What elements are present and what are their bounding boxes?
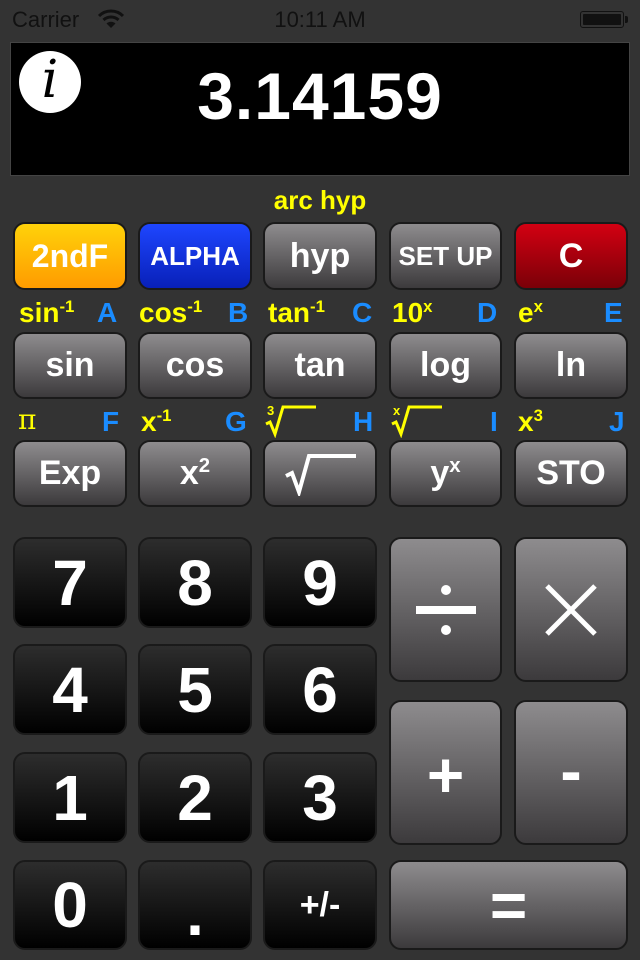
digit-5-button[interactable]: 5 — [138, 644, 252, 735]
secondary-label-reciprocal: x-1 — [141, 405, 172, 437]
alpha-label-i: I — [490, 406, 498, 437]
alpha-button[interactable]: ALPHA — [138, 222, 252, 290]
secondary-label-xth-root: x — [390, 404, 444, 443]
alpha-label-b: B — [228, 297, 249, 328]
decimal-point-button[interactable]: . — [138, 860, 252, 950]
key-label: SET UP — [398, 240, 493, 271]
key-label: 2ndF — [31, 237, 109, 274]
multiply-button[interactable] — [514, 537, 628, 682]
key-label: log — [420, 346, 471, 384]
secondary-label-cube-root: 3 — [264, 404, 318, 443]
key-label: Exp — [38, 454, 102, 492]
display-value: 3.14159 — [197, 59, 443, 133]
square-button[interactable]: x2 — [138, 440, 252, 507]
key-label: 3 — [302, 761, 338, 834]
clock: 10:11 AM — [274, 7, 366, 32]
ln-button[interactable]: ln — [514, 332, 628, 399]
key-label: C — [558, 236, 584, 275]
cos-button[interactable]: cos — [138, 332, 252, 399]
alpha-label-d: D — [477, 297, 498, 328]
key-label: 7 — [52, 546, 88, 619]
multiply-icon — [545, 583, 597, 636]
key-label: 6 — [302, 653, 338, 726]
divide-icon — [415, 584, 476, 635]
mode-indicator: arc hyp — [273, 185, 367, 215]
key-label: + — [426, 739, 465, 811]
alpha-label-f: F — [102, 406, 120, 437]
key-label: ALPHA — [150, 240, 240, 271]
alpha-label-g: G — [225, 406, 247, 437]
minus-button[interactable]: - — [514, 700, 628, 845]
divide-button[interactable] — [389, 537, 502, 682]
alpha-label-j: J — [609, 406, 625, 437]
alpha-label-h: H — [353, 406, 374, 437]
key-label: . — [186, 877, 204, 949]
digit-9-button[interactable]: 9 — [263, 537, 377, 628]
digit-4-button[interactable]: 4 — [13, 644, 127, 735]
log-button[interactable]: log — [389, 332, 502, 399]
secondary-label-pi: π — [18, 403, 37, 436]
key-label: - — [560, 735, 582, 807]
secondary-label-exp: ex — [518, 296, 543, 328]
key-label: tan — [294, 346, 346, 384]
key-label: 5 — [177, 653, 213, 726]
tan-button[interactable]: tan — [263, 332, 377, 399]
sign-toggle-button[interactable]: +/- — [263, 860, 377, 950]
second-function-button[interactable]: 2ndF — [13, 222, 127, 290]
alpha-label-a: A — [97, 297, 118, 328]
key-label: 9 — [302, 546, 338, 619]
key-label: x2 — [179, 454, 211, 492]
clear-button[interactable]: C — [514, 222, 628, 290]
key-label: 4 — [52, 653, 88, 726]
key-label: = — [489, 869, 528, 941]
digit-7-button[interactable]: 7 — [13, 537, 127, 628]
battery-icon — [580, 11, 624, 28]
key-label: sin — [45, 346, 95, 384]
key-label: ln — [555, 346, 587, 384]
key-label: 0 — [52, 869, 88, 941]
square-root-icon — [285, 453, 356, 496]
digit-8-button[interactable]: 8 — [138, 537, 252, 628]
plus-button[interactable]: + — [389, 700, 502, 845]
digit-3-button[interactable]: 3 — [263, 752, 377, 843]
equals-button[interactable]: = — [389, 860, 628, 950]
key-label: STO — [536, 454, 606, 492]
key-label: cos — [165, 346, 225, 384]
setup-button[interactable]: SET UP — [389, 222, 502, 290]
key-label: +/- — [299, 885, 341, 924]
secondary-label-asin: sin-1 — [19, 296, 75, 328]
sin-button[interactable]: sin — [13, 332, 127, 399]
secondary-label-atan: tan-1 — [268, 296, 325, 328]
digit-1-button[interactable]: 1 — [13, 752, 127, 843]
key-label: 2 — [177, 761, 213, 834]
power-button[interactable]: yx — [389, 440, 502, 507]
store-button[interactable]: STO — [514, 440, 628, 507]
key-label: hyp — [289, 236, 351, 275]
alpha-label-c: C — [352, 297, 373, 328]
battery-tip — [625, 16, 628, 23]
secondary-label-cube: x3 — [518, 405, 543, 437]
secondary-label-ten-power: 10x — [392, 296, 433, 328]
key-label: 1 — [52, 761, 88, 834]
key-label: 8 — [177, 546, 213, 619]
hyp-button[interactable]: hyp — [263, 222, 377, 290]
exp-button[interactable]: Exp — [13, 440, 127, 507]
key-label: yx — [430, 454, 461, 492]
digit-6-button[interactable]: 6 — [263, 644, 377, 735]
square-root-button[interactable] — [263, 440, 377, 507]
alpha-label-e: E — [604, 297, 623, 328]
digit-2-button[interactable]: 2 — [138, 752, 252, 843]
status-bar: Carrier 10:11 AM — [0, 0, 640, 40]
secondary-label-acos: cos-1 — [139, 296, 203, 328]
digit-0-button[interactable]: 0 — [13, 860, 127, 950]
